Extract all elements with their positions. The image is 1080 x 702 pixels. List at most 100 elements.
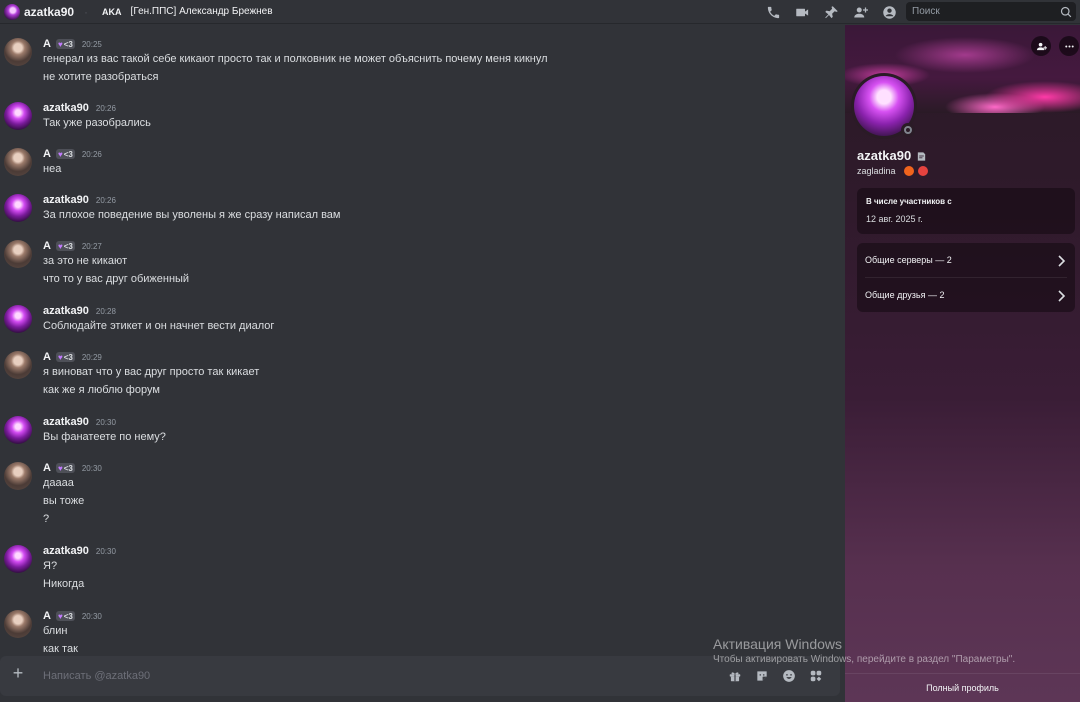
mutual-friends-row[interactable]: Общие друзья — 2 — [857, 278, 1075, 312]
mutual-friends-label: Общие друзья — 2 — [865, 290, 945, 300]
message-input[interactable]: Написать @azatka90 — [43, 670, 150, 682]
message-text: Так уже разобрались — [43, 117, 151, 129]
message-text: генерал из вас такой себе кикают просто … — [43, 53, 548, 65]
profile-avatar-frame[interactable] — [851, 73, 917, 139]
avatar[interactable] — [4, 38, 32, 66]
attach-plus-icon[interactable]: + — [11, 664, 25, 682]
apps-icon[interactable] — [809, 669, 823, 683]
quest-badge-icon[interactable] — [917, 166, 928, 176]
composer-tools — [728, 669, 823, 683]
message-text: Никогда — [43, 578, 85, 590]
badge-label: <3 — [63, 39, 73, 49]
emoji-icon[interactable] — [782, 669, 796, 683]
search-icon — [1060, 5, 1072, 18]
more-options-icon[interactable] — [1059, 36, 1079, 56]
message-author[interactable]: А — [43, 240, 51, 252]
badge-label: <3 — [63, 611, 73, 621]
sticker-icon[interactable] — [755, 669, 769, 683]
profile-display-name: azatka90 — [857, 148, 912, 163]
heart-icon: ♥ — [57, 241, 63, 251]
header-toolbar — [764, 3, 898, 21]
badge-label: <3 — [63, 149, 73, 159]
avatar[interactable] — [4, 240, 32, 268]
badge-label: <3 — [63, 352, 73, 362]
chevron-right-icon — [1056, 254, 1066, 267]
profile-username[interactable]: zagladina — [857, 166, 896, 176]
message-timestamp: 20:26 — [81, 149, 102, 159]
avatar[interactable] — [4, 610, 32, 638]
hypesquad-badge-icon[interactable] — [903, 166, 914, 176]
message-text: вы тоже — [43, 495, 85, 507]
message-text: как так — [43, 643, 78, 655]
message-timestamp: 20:28 — [95, 306, 116, 316]
message-author[interactable]: А — [43, 148, 51, 160]
message-author[interactable]: azatka90 — [43, 102, 89, 114]
clan-badge[interactable]: ♥ <3 — [55, 611, 75, 621]
avatar[interactable] — [4, 545, 32, 573]
avatar[interactable] — [4, 416, 32, 444]
pin-icon[interactable] — [822, 3, 840, 21]
voice-call-icon[interactable] — [764, 3, 782, 21]
message-text: даааа — [43, 477, 74, 489]
message-timestamp: 20:30 — [95, 417, 116, 427]
message-text: не хотите разобраться — [43, 71, 159, 83]
message-author[interactable]: А — [43, 462, 51, 474]
message-author[interactable]: azatka90 — [43, 194, 89, 206]
message-author[interactable]: azatka90 — [43, 305, 89, 317]
badge-label: <3 — [63, 463, 73, 473]
message-text: за это не кикают — [43, 255, 128, 267]
search-placeholder: Поиск — [912, 6, 940, 17]
heart-icon: ♥ — [57, 463, 63, 473]
header-clan-tag[interactable]: AKA — [102, 7, 122, 17]
avatar[interactable] — [4, 351, 32, 379]
avatar[interactable] — [4, 148, 32, 176]
message-author[interactable]: А — [43, 351, 51, 363]
message-author[interactable]: azatka90 — [43, 545, 89, 557]
message-text: блин — [43, 625, 68, 637]
message-timestamp: 20:26 — [95, 103, 116, 113]
watermark-title: Активация Windows — [713, 636, 843, 652]
add-friends-to-dm-icon[interactable] — [851, 3, 869, 21]
avatar[interactable] — [4, 462, 32, 490]
header-dm-name[interactable]: azatka90 — [24, 5, 74, 19]
badge-label: <3 — [63, 241, 73, 251]
clan-badge[interactable]: ♥ <3 — [55, 39, 75, 49]
message-list[interactable]: А ♥ <3 20:25 генерал из вас такой себе ки… — [0, 25, 845, 655]
note-icon[interactable] — [916, 150, 927, 161]
add-friend-icon[interactable] — [1031, 36, 1051, 56]
clan-badge[interactable]: ♥ <3 — [55, 241, 75, 251]
avatar[interactable] — [4, 194, 32, 222]
message-text: я виноват что у вас друг просто так кика… — [43, 366, 260, 378]
message-text: Соблюдайте этикет и он начнет вести диал… — [43, 320, 275, 332]
heart-icon: ♥ — [57, 611, 63, 621]
message-timestamp: 20:30 — [81, 611, 102, 621]
avatar[interactable] — [4, 305, 32, 333]
clan-badge[interactable]: ♥ <3 — [55, 149, 75, 159]
message-author[interactable]: А — [43, 610, 51, 622]
full-profile-button[interactable]: Полный профиль — [845, 673, 1080, 702]
message-text: За плохое поведение вы уволены я же сраз… — [43, 209, 341, 221]
message-author[interactable]: А — [43, 38, 51, 50]
message-text: Вы фанатеете по нему? — [43, 431, 166, 443]
heart-icon: ♥ — [57, 149, 63, 159]
gift-icon[interactable] — [728, 669, 742, 683]
message-timestamp: 20:25 — [81, 39, 102, 49]
message-author[interactable]: azatka90 — [43, 416, 89, 428]
windows-activation-watermark: Активация Windows Чтобы активировать Win… — [713, 636, 1073, 665]
member-since-title: В числе участников с — [866, 197, 952, 206]
profile-username-row: zagladina — [857, 166, 928, 176]
message-text: что то у вас друг обиженный — [43, 273, 190, 285]
avatar[interactable] — [4, 102, 32, 130]
message-timestamp: 20:26 — [95, 195, 116, 205]
video-call-icon[interactable] — [793, 3, 811, 21]
message-timestamp: 20:29 — [81, 352, 102, 362]
member-since-card: В числе участников с 12 авг. 2025 г. — [857, 188, 1075, 234]
user-profile-icon[interactable] — [880, 3, 898, 21]
header-avatar[interactable] — [4, 3, 20, 20]
clan-badge[interactable]: ♥ <3 — [55, 352, 75, 362]
clan-badge[interactable]: ♥ <3 — [55, 463, 75, 473]
search-input[interactable]: Поиск — [906, 2, 1076, 21]
mutual-servers-row[interactable]: Общие серверы — 2 — [857, 243, 1075, 277]
header-separator: · — [84, 4, 89, 19]
full-profile-label: Полный профиль — [926, 683, 999, 693]
